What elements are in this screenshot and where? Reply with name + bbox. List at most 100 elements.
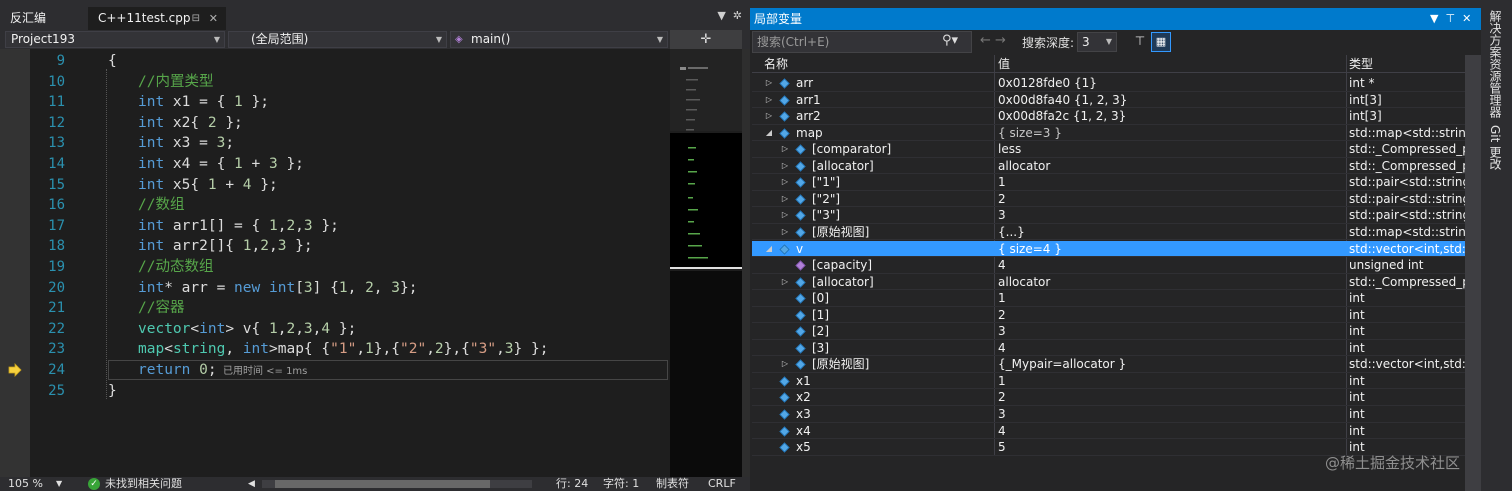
minimap[interactable]: [670, 49, 742, 477]
zoom-level[interactable]: 105 %: [8, 477, 43, 491]
locals-row[interactable]: [0] 1 int: [752, 290, 1465, 307]
code-line[interactable]: //数组: [138, 195, 184, 215]
code-line[interactable]: {: [108, 51, 117, 71]
locals-row[interactable]: ◢ map { size=3 } std::map<std::string,...: [752, 125, 1465, 142]
arrow-left-icon[interactable]: ←: [980, 33, 991, 48]
split-editor-button[interactable]: ✛: [670, 30, 742, 49]
code-line[interactable]: int x4 = { 1 + 3 };: [138, 154, 304, 174]
code-line[interactable]: int x1 = { 1 };: [138, 92, 269, 112]
locals-search-input[interactable]: 搜索(Ctrl+E): [752, 31, 972, 53]
locals-row[interactable]: [capacity] 4 unsigned int: [752, 257, 1465, 274]
header-name[interactable]: 名称: [764, 55, 788, 73]
issues-status[interactable]: 未找到相关问题: [105, 477, 182, 491]
locals-row[interactable]: ▷ [comparator] less std::_Compressed_p...: [752, 141, 1465, 158]
view-toggle-button[interactable]: ▦: [1151, 32, 1171, 52]
expand-icon[interactable]: ▷: [780, 158, 790, 174]
line-ending-indicator[interactable]: CRLF: [708, 477, 736, 491]
code-line[interactable]: vector<int> v{ 1,2,3,4 };: [138, 319, 356, 339]
gear-icon[interactable]: ✲: [733, 9, 742, 22]
header-type[interactable]: 类型: [1349, 55, 1373, 73]
function-dropdown[interactable]: ◈ main() ▼: [450, 31, 668, 48]
chevron-down-icon[interactable]: ▼: [56, 477, 62, 491]
expand-icon[interactable]: ▷: [780, 274, 790, 290]
code-line[interactable]: }: [108, 381, 117, 401]
filter-button[interactable]: ⊤: [1131, 32, 1149, 50]
locals-row[interactable]: ▷ [allocator] allocator std::_Compressed_p.…: [752, 274, 1465, 291]
expand-icon[interactable]: ▷: [780, 356, 790, 372]
var-value[interactable]: allocator: [998, 158, 1050, 174]
header-value[interactable]: 值: [998, 55, 1010, 73]
expand-icon[interactable]: ▷: [780, 141, 790, 157]
var-value[interactable]: 3: [998, 323, 1006, 339]
locals-row[interactable]: ▷ arr 0x0128fde0 {1} int *: [752, 75, 1465, 92]
collapse-icon[interactable]: ◢: [764, 125, 774, 141]
code-line[interactable]: map<string, int>map{ {"1",1},{"2",2},{"3…: [138, 339, 548, 359]
solution-explorer-tab[interactable]: 解决方案资源管理器: [1487, 10, 1504, 118]
scope-dropdown[interactable]: (全局范围) ▼: [228, 31, 447, 48]
var-value[interactable]: 0x0128fde0 {1}: [998, 75, 1097, 91]
locals-row[interactable]: ▷ ["1"] 1 std::pair<std::string ...: [752, 174, 1465, 191]
var-value[interactable]: less: [998, 141, 1021, 157]
tab-cpp-file[interactable]: C++11test.cpp ⊟ ✕: [88, 7, 226, 30]
locals-row[interactable]: ▷ [原始视图] {_Mypair=allocator } std::vector<i…: [752, 356, 1465, 373]
var-value[interactable]: 1: [998, 290, 1006, 306]
code-line[interactable]: int x5{ 1 + 4 };: [138, 175, 278, 195]
code-line[interactable]: int arr1[] = { 1,2,3 };: [138, 216, 339, 236]
locals-row[interactable]: x2 2 int: [752, 389, 1465, 406]
locals-row[interactable]: ▷ arr1 0x00d8fa40 {1, 2, 3} int[3]: [752, 92, 1465, 109]
var-value[interactable]: 4: [998, 340, 1006, 356]
expand-icon[interactable]: ▷: [764, 75, 774, 91]
arrow-right-icon[interactable]: →: [995, 33, 1006, 48]
locals-vertical-scrollbar[interactable]: [1465, 55, 1481, 491]
expand-icon[interactable]: ▷: [780, 207, 790, 223]
locals-row[interactable]: x1 1 int: [752, 373, 1465, 390]
code-line[interactable]: int x3 = 3;: [138, 133, 234, 153]
locals-row[interactable]: [1] 2 int: [752, 307, 1465, 324]
close-icon[interactable]: ✕: [209, 7, 218, 30]
var-value[interactable]: 0x00d8fa40 {1, 2, 3}: [998, 92, 1127, 108]
var-value[interactable]: {_Mypair=allocator }: [998, 356, 1126, 372]
locals-row[interactable]: x4 4 int: [752, 423, 1465, 440]
search-icon[interactable]: ⚲▾: [942, 33, 958, 48]
code-editor[interactable]: { //内置类型 int x1 = { 1 }; int x2{ 2 }; int x3…: [70, 49, 670, 477]
code-line[interactable]: //容器: [138, 298, 184, 318]
code-line[interactable]: //内置类型: [138, 72, 213, 92]
var-value[interactable]: 2: [998, 191, 1006, 207]
locals-row[interactable]: ▷ arr2 0x00d8fa2c {1, 2, 3} int[3]: [752, 108, 1465, 125]
var-value[interactable]: 4: [998, 257, 1006, 273]
pin-icon[interactable]: ⊟: [192, 7, 200, 30]
chevron-down-icon[interactable]: ▼: [717, 9, 725, 22]
project-dropdown[interactable]: Project193 ▼: [5, 31, 225, 48]
expand-icon[interactable]: ▷: [780, 174, 790, 190]
locals-title-bar[interactable]: 局部变量: [750, 8, 1481, 30]
tab-mode-indicator[interactable]: 制表符: [656, 477, 689, 491]
close-icon[interactable]: ✕: [1462, 12, 1471, 25]
var-value[interactable]: allocator: [998, 274, 1050, 290]
editor-vertical-scrollbar[interactable]: [742, 49, 750, 477]
expand-icon[interactable]: ▷: [764, 108, 774, 124]
locals-row[interactable]: ◢ v { size=4 } std::vector<int,std::al...: [752, 240, 1465, 258]
var-value[interactable]: 2: [998, 389, 1006, 405]
var-value[interactable]: 5: [998, 439, 1006, 455]
locals-row[interactable]: ▷ [原始视图] {...} std::map<std::string,...: [752, 224, 1465, 241]
var-value[interactable]: 4: [998, 423, 1006, 439]
var-value[interactable]: 1: [998, 174, 1006, 190]
tab-disassembly[interactable]: 反汇编: [0, 7, 56, 30]
breakpoint-gutter[interactable]: [0, 49, 30, 477]
code-line[interactable]: //动态数组: [138, 257, 213, 277]
search-nav-arrows[interactable]: ← →: [980, 33, 1006, 48]
code-line[interactable]: int arr2[]{ 1,2,3 };: [138, 236, 313, 256]
code-line[interactable]: int x2{ 2 };: [138, 113, 243, 133]
tab-overflow-controls[interactable]: ▼ ✲: [717, 9, 742, 22]
pin-icon[interactable]: ⊤: [1445, 12, 1455, 25]
var-value[interactable]: 0x00d8fa2c {1, 2, 3}: [998, 108, 1126, 124]
chevron-down-icon[interactable]: ▼: [1430, 12, 1438, 25]
var-value[interactable]: { size=4 }: [998, 241, 1062, 257]
var-value[interactable]: {...}: [998, 224, 1025, 240]
horizontal-scroll-thumb[interactable]: [275, 480, 490, 488]
locals-row[interactable]: x3 3 int: [752, 406, 1465, 423]
locals-row[interactable]: [3] 4 int: [752, 340, 1465, 357]
var-value[interactable]: 1: [998, 373, 1006, 389]
code-line[interactable]: int* arr = new int[3] {1, 2, 3};: [138, 278, 417, 298]
var-value[interactable]: 2: [998, 307, 1006, 323]
